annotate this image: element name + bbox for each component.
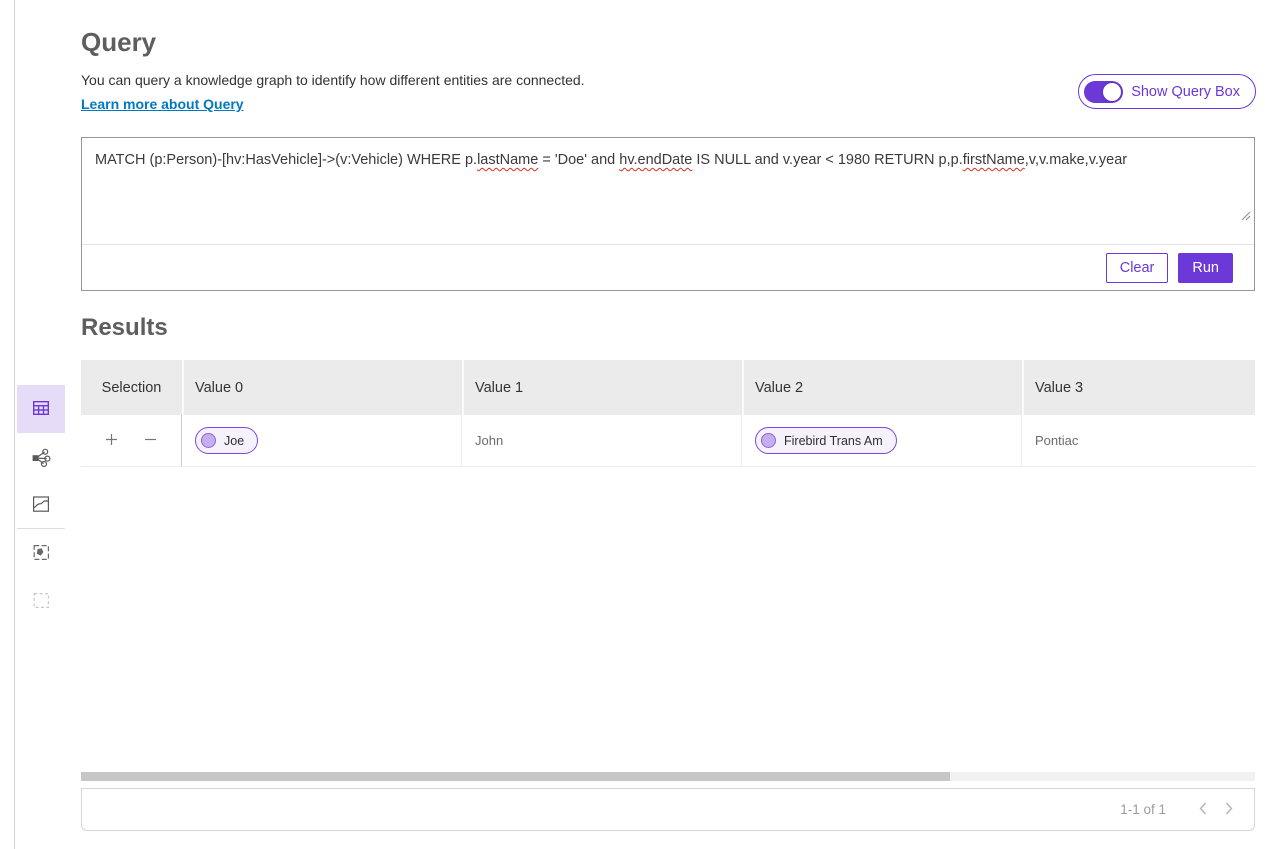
pagination-range-label: 1-1 of 1: [1120, 802, 1166, 817]
column-header-value3: Value 3: [1022, 360, 1255, 415]
scrollbar-thumb[interactable]: [81, 772, 950, 781]
sidebar-item-map-view[interactable]: [17, 481, 65, 529]
entity-dot-icon: [201, 433, 216, 448]
entity-chip-label: Firebird Trans Am: [784, 434, 883, 448]
minus-icon: [144, 433, 157, 449]
query-segment-misspelled: hv.endDate: [619, 152, 692, 168]
query-textarea[interactable]: MATCH (p:Person)-[hv:HasVehicle]->(v:Veh…: [82, 138, 1254, 245]
cell-value1: John: [462, 415, 742, 466]
toggle-label: Show Query Box: [1131, 84, 1240, 100]
chevron-left-icon: [1199, 802, 1207, 818]
toggle-switch-icon[interactable]: [1084, 81, 1123, 103]
add-to-map-icon: [30, 541, 52, 566]
selection-icon: [30, 589, 52, 614]
column-header-selection: Selection: [81, 360, 182, 415]
chevron-right-icon: [1225, 802, 1233, 818]
pagination-bar: 1-1 of 1: [81, 788, 1255, 831]
table-icon: [31, 398, 51, 421]
remove-from-selection-button[interactable]: [144, 433, 157, 449]
column-header-value0: Value 0: [182, 360, 462, 415]
learn-more-link[interactable]: Learn more about Query: [81, 96, 244, 112]
query-box-footer: Clear Run: [82, 245, 1254, 290]
cell-value2: Firebird Trans Am: [742, 415, 1022, 466]
run-button[interactable]: Run: [1178, 253, 1233, 283]
map-icon: [30, 493, 52, 518]
next-page-button[interactable]: [1216, 797, 1242, 823]
entity-dot-icon: [761, 433, 776, 448]
query-segment: ,v,v.make,v.year: [1025, 152, 1127, 168]
link-chart-icon: [30, 446, 52, 471]
table-header-row: Selection Value 0 Value 1 Value 2 Value …: [81, 360, 1255, 415]
column-header-value1: Value 1: [462, 360, 742, 415]
previous-page-button[interactable]: [1190, 797, 1216, 823]
query-box-container: MATCH (p:Person)-[hv:HasVehicle]->(v:Veh…: [81, 137, 1255, 291]
horizontal-scrollbar[interactable]: [81, 772, 1255, 781]
sidebar-item-selection: [17, 577, 65, 625]
sidebar-item-link-chart-view[interactable]: [17, 434, 65, 482]
query-segment: = 'Doe' and: [538, 152, 619, 168]
cell-value0: Joe: [182, 415, 462, 466]
plus-icon: [105, 433, 118, 449]
column-header-value2: Value 2: [742, 360, 1022, 415]
page-description: You can query a knowledge graph to ident…: [81, 72, 585, 88]
sidebar-item-table-view[interactable]: [17, 385, 65, 433]
entity-chip[interactable]: Joe: [195, 427, 258, 454]
query-segment-misspelled: firstName: [963, 152, 1025, 168]
query-segment: IS NULL and v.year < 1980 RETURN p,p.: [692, 152, 962, 168]
cell-value3: Pontiac: [1022, 415, 1255, 466]
add-to-selection-button[interactable]: [105, 433, 118, 449]
sidebar-item-add-to-map[interactable]: [17, 529, 65, 577]
query-segment: MATCH (p:Person)-[hv:HasVehicle]->(v:Veh…: [95, 152, 477, 168]
results-title: Results: [81, 314, 168, 342]
table-row: Joe John Firebird Trans Am Pontiac: [81, 415, 1255, 467]
query-page: Query You can query a knowledge graph to…: [0, 0, 1265, 849]
query-segment-misspelled: lastName: [477, 152, 538, 168]
results-table: Selection Value 0 Value 1 Value 2 Value …: [81, 360, 1255, 467]
selection-cell: [81, 415, 182, 466]
resize-handle-icon[interactable]: [1208, 193, 1251, 241]
entity-chip-label: Joe: [224, 434, 244, 448]
page-title: Query: [81, 27, 156, 58]
show-query-box-toggle[interactable]: Show Query Box: [1078, 74, 1256, 109]
entity-chip[interactable]: Firebird Trans Am: [755, 427, 897, 454]
panel-edge-divider: [14, 0, 15, 849]
clear-button[interactable]: Clear: [1106, 253, 1169, 283]
